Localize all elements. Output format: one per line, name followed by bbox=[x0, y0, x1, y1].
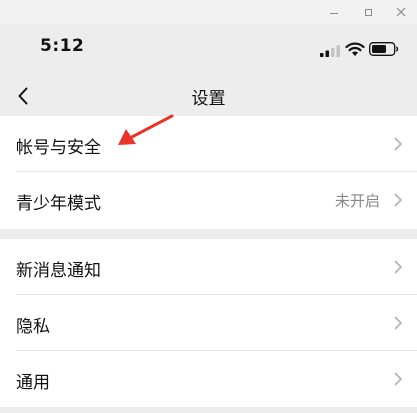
chevron-right-icon bbox=[394, 137, 402, 151]
chevron-right-icon bbox=[394, 193, 402, 207]
setting-value: 未开启 bbox=[334, 192, 380, 210]
chevron-right-icon bbox=[394, 316, 402, 330]
status-time: 5:12 bbox=[40, 36, 85, 56]
close-icon[interactable] bbox=[393, 4, 409, 20]
bottom-section-gap bbox=[0, 407, 417, 413]
wifi-icon bbox=[345, 42, 365, 56]
setting-label: 帐号与安全 bbox=[16, 138, 101, 158]
setting-row-privacy[interactable]: 隐私 bbox=[0, 295, 417, 351]
settings-group-account: 帐号与安全 青少年模式 未开启 bbox=[0, 116, 417, 229]
setting-row-notifications[interactable]: 新消息通知 bbox=[0, 239, 417, 295]
setting-row-teen-mode[interactable]: 青少年模式 未开启 bbox=[0, 172, 417, 228]
setting-row-general[interactable]: 通用 bbox=[0, 351, 417, 407]
cellular-signal-icon bbox=[320, 45, 340, 57]
annotation-arrow-icon bbox=[118, 114, 174, 145]
setting-label: 通用 bbox=[16, 373, 50, 393]
setting-label: 隐私 bbox=[16, 317, 50, 337]
settings-group-general: 新消息通知 隐私 通用 bbox=[0, 239, 417, 407]
battery-icon bbox=[369, 42, 399, 56]
status-bar: 5:12 bbox=[0, 24, 417, 76]
minimize-icon[interactable] bbox=[326, 4, 342, 20]
maximize-icon[interactable] bbox=[360, 4, 376, 20]
chevron-right-icon bbox=[394, 372, 402, 386]
window-title-bar bbox=[0, 0, 417, 24]
navigation-bar: 设置 bbox=[0, 76, 417, 116]
chevron-right-icon bbox=[394, 260, 402, 274]
setting-label: 青少年模式 bbox=[16, 194, 101, 214]
setting-label: 新消息通知 bbox=[16, 261, 101, 281]
page-title: 设置 bbox=[191, 89, 226, 109]
setting-row-account-security[interactable]: 帐号与安全 bbox=[0, 116, 417, 172]
